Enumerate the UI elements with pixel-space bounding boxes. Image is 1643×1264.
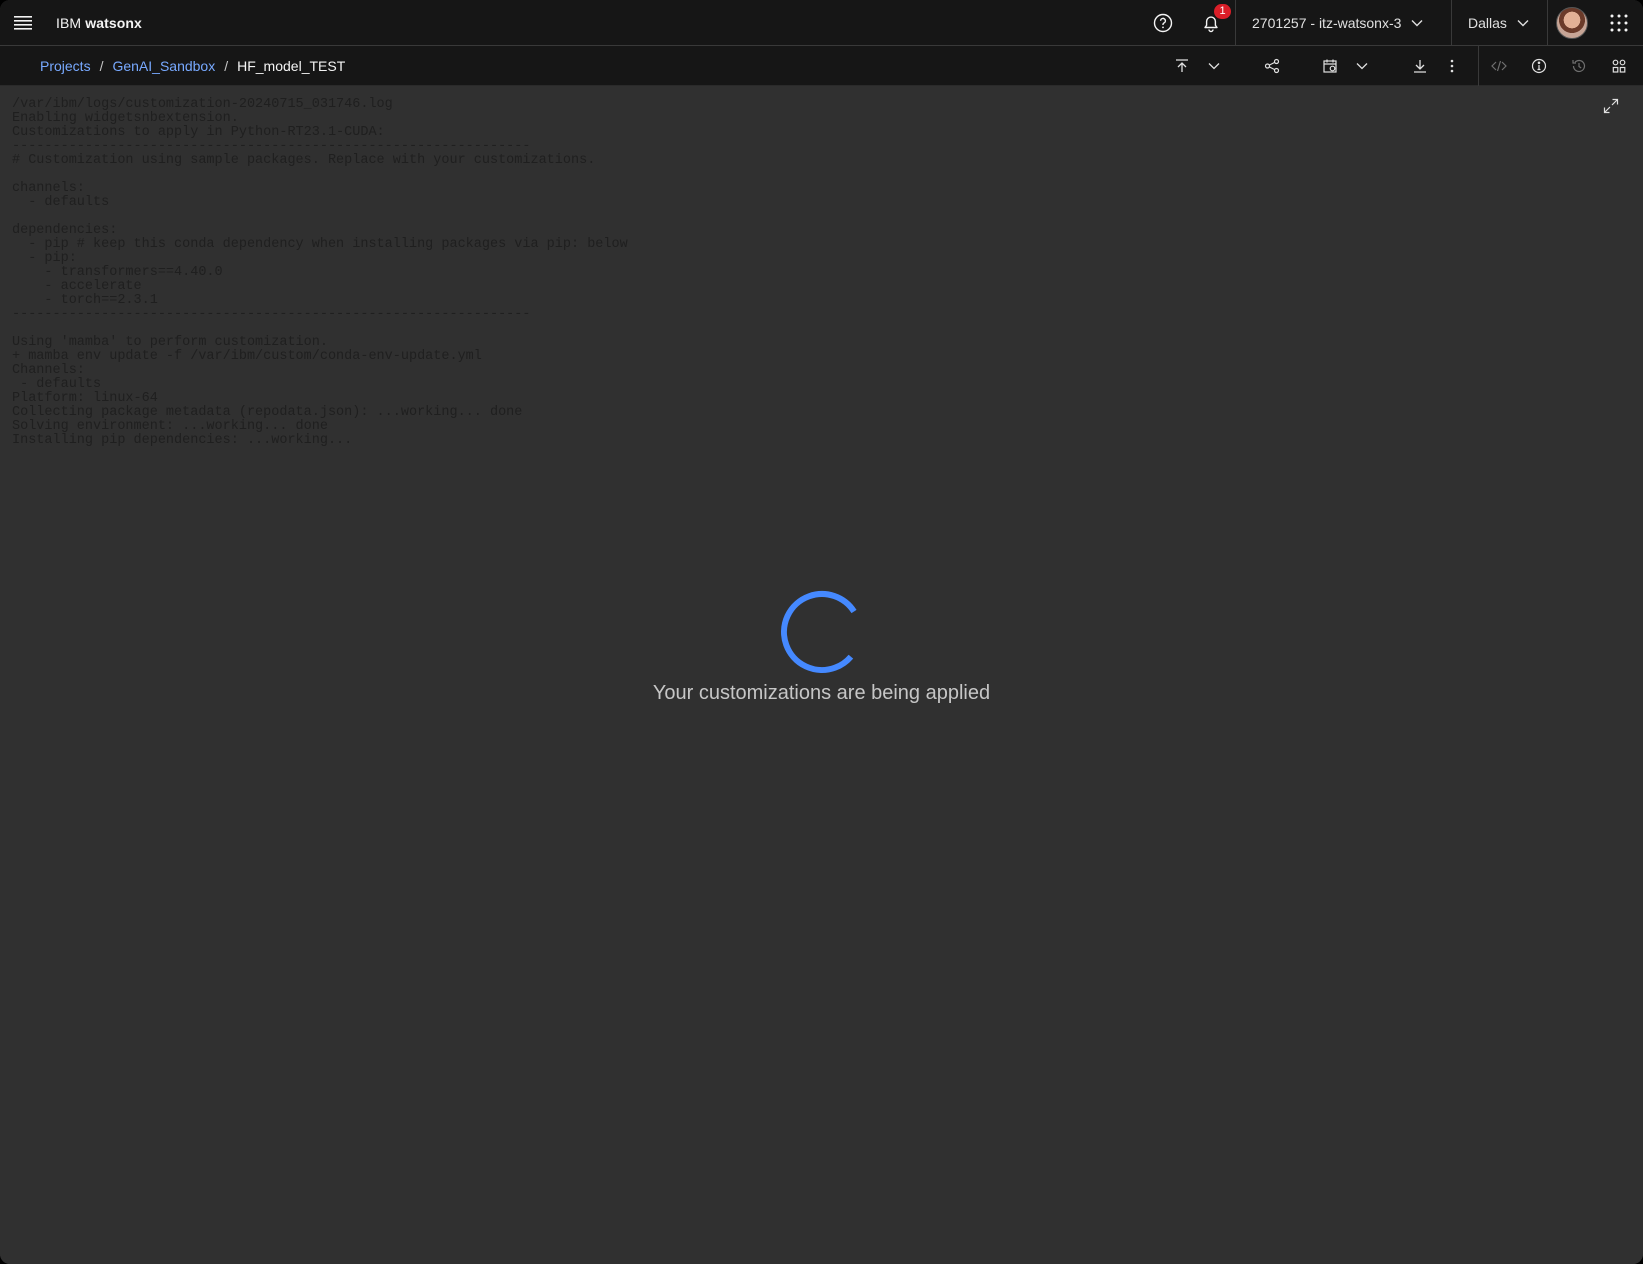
version-history-button[interactable] <box>1563 46 1595 86</box>
breadcrumb-separator: / <box>99 57 104 74</box>
log-line: ----------------------------------------… <box>12 307 531 322</box>
log-line: Enabling widgetsnbextension. <box>12 111 239 126</box>
log-line: channels: <box>12 181 85 196</box>
toolbar-actions <box>1166 45 1643 86</box>
top-header: IBM watsonx 1 2701257 - itz-watsonx-3 Da… <box>0 0 1643 46</box>
publish-button[interactable] <box>1166 46 1198 86</box>
download-icon <box>1412 58 1428 74</box>
chevron-down-icon <box>1411 19 1423 27</box>
brand-prefix: IBM <box>56 14 82 31</box>
environment-icon <box>1611 58 1627 74</box>
breadcrumb-separator: / <box>224 57 229 74</box>
log-line: - pip # keep this conda dependency when … <box>12 237 628 252</box>
log-line: - defaults <box>12 195 110 210</box>
app-switcher-button[interactable] <box>1595 0 1643 46</box>
toolbar-divider <box>1478 45 1479 86</box>
notifications-button[interactable]: 1 <box>1187 0 1235 46</box>
loading-overlay: Your customizations are being applied <box>0 588 1643 705</box>
share-button[interactable] <box>1256 46 1288 86</box>
notebook-content: /var/ibm/logs/customization-20240715_031… <box>0 86 1643 1264</box>
log-line: dependencies: <box>12 223 118 238</box>
code-snippets-button[interactable] <box>1483 46 1515 86</box>
avatar <box>1555 6 1588 39</box>
publish-menu-button[interactable] <box>1198 46 1230 86</box>
chevron-down-icon <box>1517 19 1529 27</box>
log-line: - accelerate <box>12 279 142 294</box>
app-window: IBM watsonx 1 2701257 - itz-watsonx-3 Da… <box>0 0 1643 1264</box>
log-line: - defaults <box>12 377 102 392</box>
help-icon <box>1153 13 1173 33</box>
expand-button[interactable] <box>1601 96 1621 116</box>
log-line: - pip: <box>12 251 77 266</box>
maximize-icon <box>1603 98 1619 114</box>
region-label: Dallas <box>1468 14 1507 31</box>
brand-name: watsonx <box>85 14 142 31</box>
schedule-menu-button[interactable] <box>1346 46 1378 86</box>
breadcrumb-projects[interactable]: Projects <box>40 58 91 74</box>
loading-message: Your customizations are being applied <box>652 682 991 704</box>
schedule-icon <box>1322 58 1338 74</box>
menu-icon[interactable] <box>0 0 46 46</box>
log-line: Channels: <box>12 363 85 378</box>
user-profile-button[interactable] <box>1547 0 1595 46</box>
chevron-down-icon <box>1208 62 1220 70</box>
log-line: Using 'mamba' to perform customization. <box>12 335 328 350</box>
apps-grid-icon <box>1610 14 1628 32</box>
log-line: ----------------------------------------… <box>12 139 531 154</box>
notebook-toolbar: Projects / GenAI_Sandbox / HF_model_TEST <box>0 45 1643 86</box>
log-line: Platform: linux-64 <box>12 391 158 406</box>
log-line: - transformers==4.40.0 <box>12 265 223 280</box>
log-line: Customizations to apply in Python-RT23.1… <box>12 125 385 140</box>
overflow-menu-button[interactable] <box>1436 46 1468 86</box>
account-switcher[interactable]: 2701257 - itz-watsonx-3 <box>1235 0 1451 46</box>
brand-logo[interactable]: IBM watsonx <box>46 15 142 31</box>
log-line: Collecting package metadata (repodata.js… <box>12 405 523 420</box>
log-line: Solving environment: ...working... done <box>12 419 328 434</box>
breadcrumb-current: HF_model_TEST <box>237 57 346 74</box>
log-line: + mamba env update -f /var/ibm/custom/co… <box>12 349 482 364</box>
history-icon <box>1571 58 1587 74</box>
account-label: 2701257 - itz-watsonx-3 <box>1252 14 1402 31</box>
info-icon <box>1531 58 1547 74</box>
download-button[interactable] <box>1404 46 1436 86</box>
share-icon <box>1264 58 1280 74</box>
log-line: Installing pip dependencies: ...working.… <box>12 433 353 448</box>
chevron-down-icon <box>1356 62 1368 70</box>
info-button[interactable] <box>1523 46 1555 86</box>
environment-button[interactable] <box>1603 46 1635 86</box>
overflow-menu-icon <box>1450 59 1454 73</box>
log-line: - torch==2.3.1 <box>12 293 158 308</box>
help-button[interactable] <box>1139 0 1187 46</box>
schedule-button[interactable] <box>1314 46 1346 86</box>
breadcrumb-project[interactable]: GenAI_Sandbox <box>112 58 215 74</box>
code-icon <box>1491 60 1507 72</box>
customization-log: /var/ibm/logs/customization-20240715_031… <box>12 98 628 448</box>
log-line: # Customization using sample packages. R… <box>12 153 596 168</box>
publish-icon <box>1174 58 1190 74</box>
region-switcher[interactable]: Dallas <box>1451 0 1547 46</box>
loading-spinner-icon <box>778 588 866 676</box>
notification-badge: 1 <box>1214 3 1231 19</box>
breadcrumb: Projects / GenAI_Sandbox / HF_model_TEST <box>0 58 345 74</box>
log-line: /var/ibm/logs/customization-20240715_031… <box>12 97 393 112</box>
